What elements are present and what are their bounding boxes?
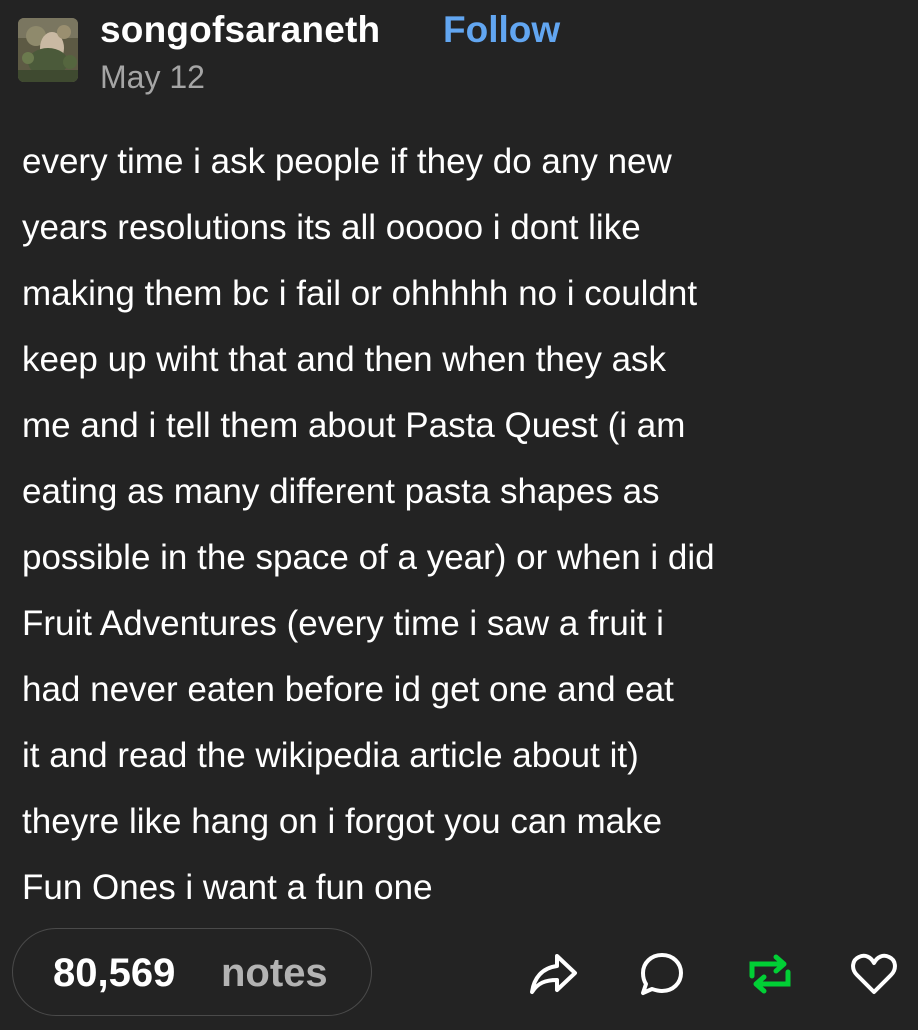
notes-label: notes (221, 951, 328, 995)
post-footer: 80,569 notes (0, 926, 918, 1022)
share-icon[interactable] (527, 948, 579, 1000)
post-body-line: theyre like hang on i forgot you can mak… (22, 802, 663, 841)
post-body-line: me and i tell them about Pasta Quest (i … (22, 406, 686, 445)
post-header: songofsaraneth Follow May 12 (18, 11, 898, 102)
post-body-line: years resolutions its all ooooo i dont l… (22, 208, 641, 247)
post-body-line: possible in the space of a year) or when… (22, 538, 715, 577)
notes-count: 80,569 (53, 951, 176, 995)
follow-button[interactable]: Follow (443, 11, 560, 48)
post-body-line: making them bc i fail or ohhhhh no i cou… (22, 274, 698, 313)
post-body-line: Fun Ones i want a fun one (22, 868, 433, 907)
like-icon[interactable] (848, 948, 900, 1000)
post-body-line: Fruit Adventures (every time i saw a fru… (22, 604, 664, 643)
post-body-line: keep up wiht that and then when they ask (22, 340, 667, 379)
post-body-line: every time i ask people if they do any n… (22, 142, 672, 181)
post-body: every time i ask people if they do any n… (22, 129, 902, 921)
post-body-line: it and read the wikipedia article about … (22, 736, 639, 775)
reblog-icon[interactable] (744, 948, 796, 1000)
notes-button[interactable]: 80,569 notes (12, 928, 372, 1016)
post-body-line: eating as many different pasta shapes as (22, 472, 660, 511)
avatar[interactable] (18, 18, 78, 82)
reply-icon[interactable] (636, 948, 688, 1000)
post-date: May 12 (100, 59, 205, 95)
username[interactable]: songofsaraneth (100, 11, 380, 54)
post-body-line: had never eaten before id get one and ea… (22, 670, 674, 709)
